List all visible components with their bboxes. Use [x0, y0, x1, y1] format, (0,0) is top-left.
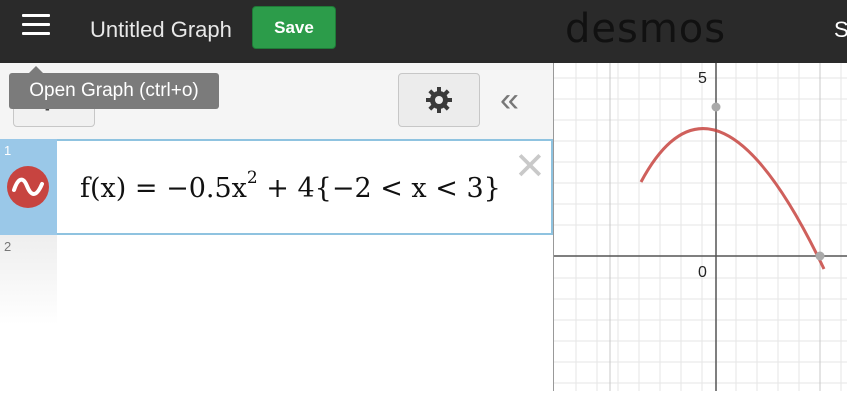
user-menu[interactable]: S: [834, 17, 847, 43]
graph-paper[interactable]: 5 0: [553, 63, 847, 391]
hamburger-menu-icon[interactable]: [22, 14, 50, 38]
math-rest: + 4{−2 < x < 3}: [257, 173, 501, 204]
save-button[interactable]: Save: [252, 6, 336, 49]
open-graph-tooltip: Open Graph (ctrl+o): [9, 73, 219, 109]
expression-number: 2: [4, 239, 12, 254]
y-tick-label: 5: [698, 70, 707, 87]
expression-gutter: 1: [0, 139, 57, 235]
graph-color-icon[interactable]: [7, 166, 49, 208]
expression-gutter: 2: [0, 235, 57, 325]
expression-math[interactable]: f(x) = −0.5x2 + 4{−2 < x < 3}: [80, 168, 501, 204]
x-intercept-point[interactable]: [815, 251, 825, 261]
graph-canvas[interactable]: 5 0: [554, 63, 847, 391]
graph-title[interactable]: Untitled Graph: [90, 17, 232, 43]
math-main: f(x) = −0.5x: [80, 173, 247, 204]
tooltip-arrow: [29, 66, 43, 73]
double-chevron-left-icon[interactable]: «: [500, 83, 519, 117]
origin-label: 0: [698, 264, 707, 281]
maximum-point[interactable]: [711, 102, 721, 112]
graph-settings-button[interactable]: [398, 73, 480, 127]
expression-row-empty[interactable]: 2: [0, 235, 553, 391]
top-bar: Untitled Graph Save desmos S: [0, 0, 847, 63]
gear-icon: [426, 87, 452, 113]
math-exponent: 2: [246, 168, 258, 188]
delete-expression-icon[interactable]: ✕: [514, 148, 546, 186]
desmos-logo: desmos: [565, 6, 727, 52]
expression-number: 1: [4, 143, 12, 158]
